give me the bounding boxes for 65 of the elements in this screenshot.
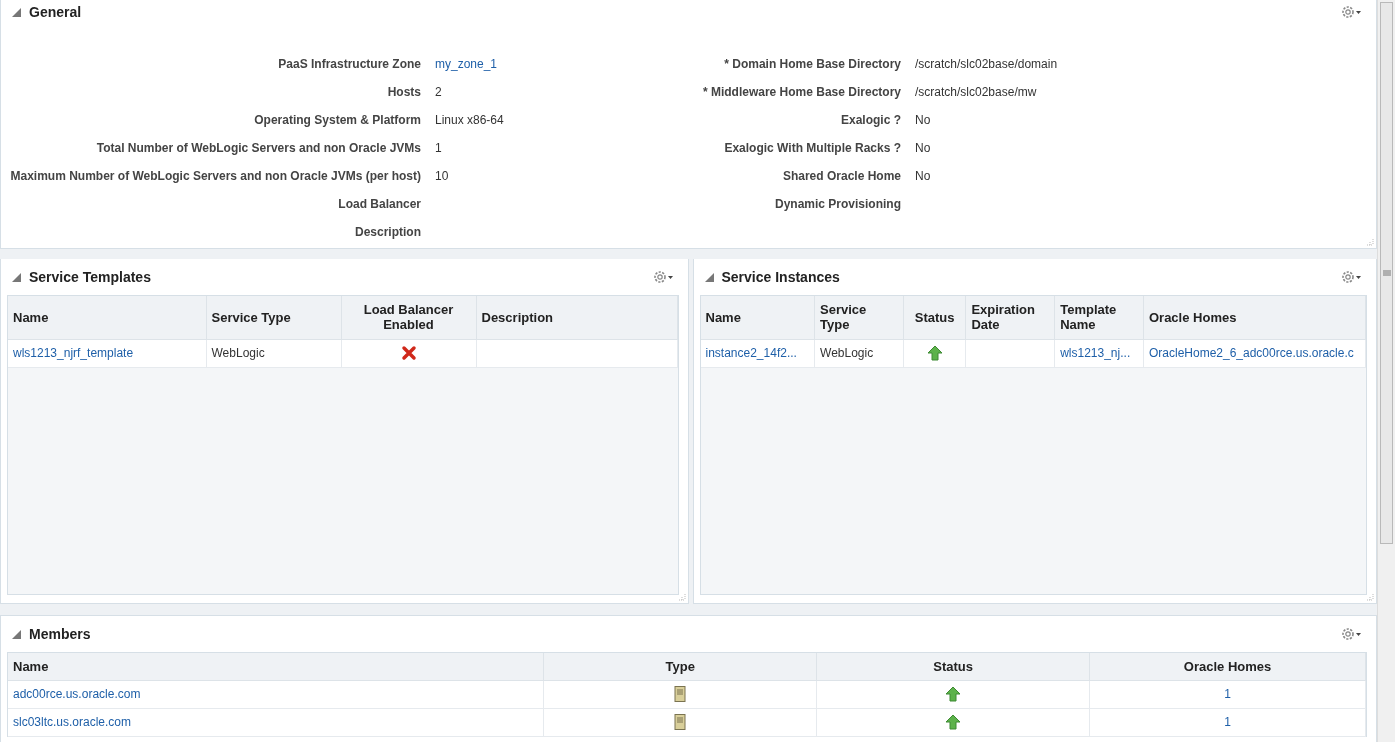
settings-menu-button[interactable]: [1340, 4, 1362, 20]
field-value: 10: [435, 169, 449, 183]
field-label: Dynamic Provisioning: [774, 197, 901, 211]
field-value: 2: [435, 85, 442, 99]
field-label: Maximum Number of WebLogic Servers and non Oracle JVMs (per host): [10, 169, 421, 183]
panel-title: Members: [29, 626, 91, 642]
table-link[interactable]: slc03ltc.us.oracle.com: [13, 715, 132, 729]
column-header[interactable]: Name: [700, 296, 815, 339]
field-value: /scratch/slc02base/domain: [915, 57, 1058, 71]
field-value: /scratch/slc02base/mw: [915, 85, 1037, 99]
table-cell: WebLogic: [211, 346, 265, 360]
field-label: Shared Oracle Home: [782, 169, 901, 183]
field-value: No: [915, 113, 931, 127]
resize-grip-icon[interactable]: [1366, 238, 1374, 246]
column-header[interactable]: Service Type: [206, 296, 341, 339]
resize-grip-icon[interactable]: [677, 593, 686, 601]
table-cell: WebLogic: [820, 346, 874, 360]
field-label: Description: [355, 225, 421, 239]
column-header[interactable]: Name: [8, 653, 544, 680]
collapse-icon[interactable]: [12, 629, 21, 639]
up-arrow-icon: [926, 345, 943, 361]
column-header[interactable]: Type: [543, 653, 817, 680]
resize-grip-icon[interactable]: [1366, 593, 1374, 601]
scrollbar-thumb[interactable]: [1380, 2, 1393, 544]
column-header[interactable]: Template Name: [1054, 296, 1144, 339]
server-icon: [674, 714, 687, 730]
column-header[interactable]: Service Type: [814, 296, 904, 339]
table-link[interactable]: adc00rce.us.oracle.com: [13, 687, 141, 701]
field-label: Hosts: [387, 85, 421, 99]
panel-title: General: [29, 4, 82, 20]
column-header[interactable]: Status: [816, 653, 1090, 680]
field-value: No: [915, 169, 931, 183]
table-link[interactable]: 1: [1224, 687, 1231, 701]
field-label: Operating System & Platform: [254, 113, 421, 127]
settings-menu-button[interactable]: [1340, 269, 1362, 285]
scrollbar[interactable]: [1377, 0, 1395, 742]
column-header[interactable]: Expiration Date: [965, 296, 1055, 339]
field-value: No: [915, 141, 931, 155]
field-link[interactable]: my_zone_1: [435, 57, 498, 71]
column-header[interactable]: Oracle Homes: [1143, 296, 1366, 339]
up-arrow-icon: [945, 686, 962, 702]
field-value: Linux x86-64: [435, 113, 504, 127]
collapse-icon[interactable]: [12, 272, 21, 282]
column-header[interactable]: Status: [903, 296, 966, 339]
table-link[interactable]: 1: [1224, 715, 1231, 729]
settings-menu-button[interactable]: [1340, 626, 1362, 642]
field-label: Exalogic ?: [840, 113, 901, 127]
field-label: * Middleware Home Base Directory: [702, 85, 901, 99]
column-header[interactable]: Name: [8, 296, 206, 339]
field-label: Load Balancer: [338, 197, 421, 211]
field-label: * Domain Home Base Directory: [724, 57, 901, 71]
column-header[interactable]: Load Balancer Enabled: [341, 296, 476, 339]
field-value: 1: [435, 141, 442, 155]
panel-title: Service Templates: [29, 269, 151, 285]
column-header[interactable]: Description: [476, 296, 677, 339]
collapse-icon[interactable]: [704, 272, 714, 282]
server-icon: [674, 686, 687, 702]
column-header[interactable]: Oracle Homes: [1089, 653, 1366, 680]
panel-title: Service Instances: [721, 269, 840, 285]
up-arrow-icon: [945, 714, 962, 730]
collapse-icon[interactable]: [12, 7, 21, 17]
field-label: Exalogic With Multiple Racks ?: [724, 141, 901, 155]
field-label: Total Number of WebLogic Servers and non Oracle JVMs: [96, 141, 421, 155]
settings-menu-button[interactable]: [651, 269, 674, 285]
field-label: PaaS Infrastructure Zone: [278, 57, 421, 71]
